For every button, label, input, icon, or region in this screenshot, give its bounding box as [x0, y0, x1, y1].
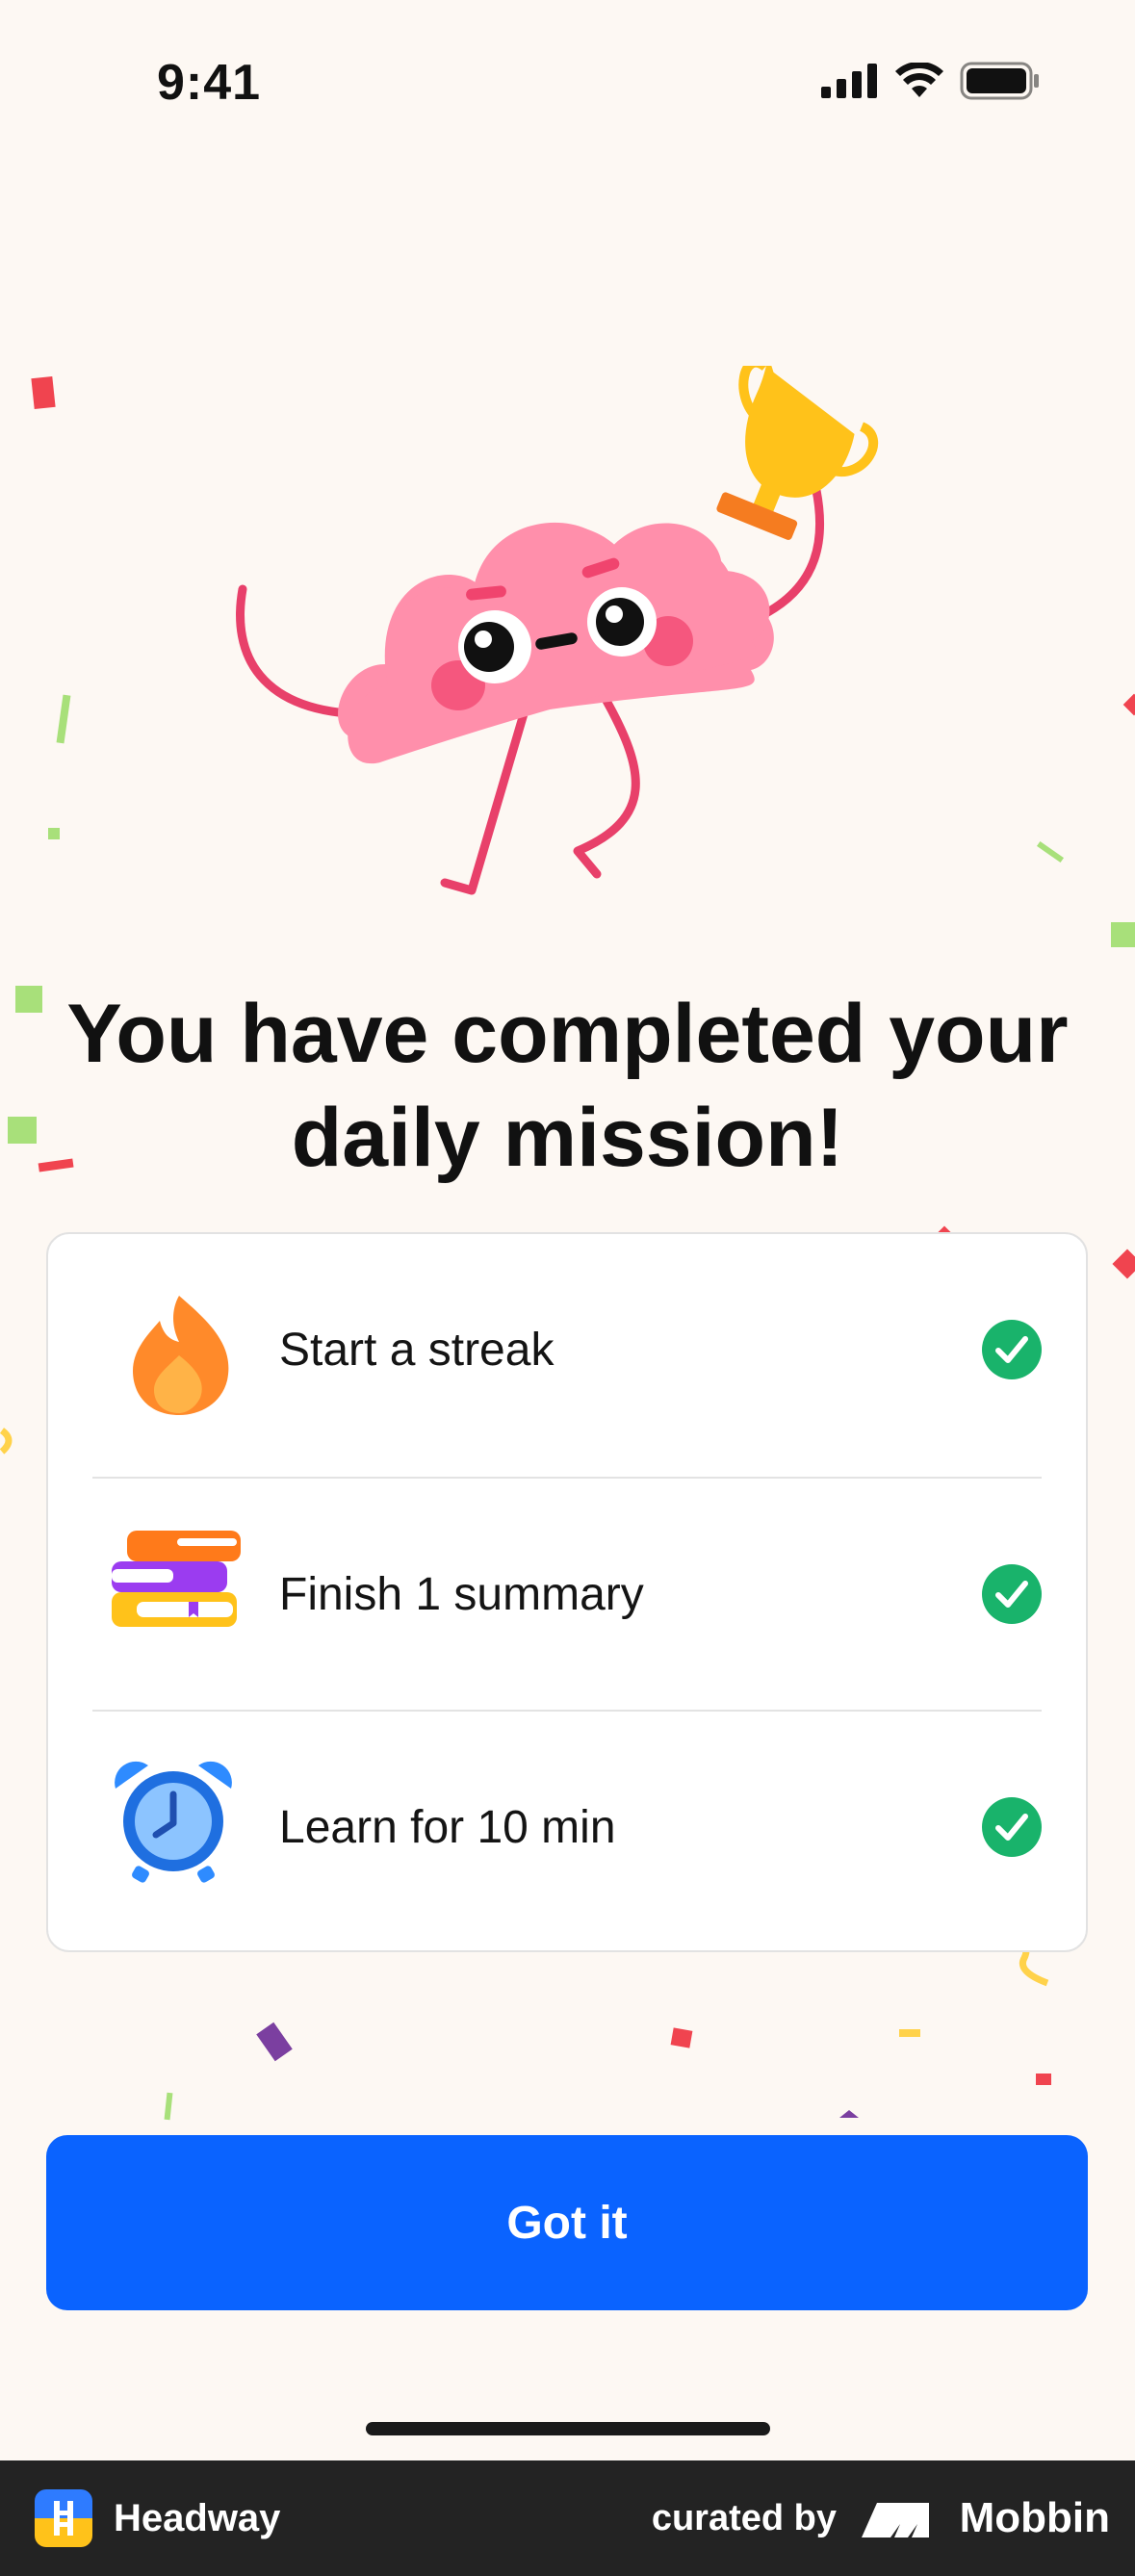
mission-item-label: Start a streak: [279, 1324, 555, 1376]
app-name: Headway: [114, 2496, 281, 2539]
mobbin-brand: Mobbin: [861, 2460, 1110, 2576]
flame-icon: [133, 1296, 229, 1415]
mission-item-label: Learn for 10 min: [279, 1801, 616, 1853]
mobbin-logo-icon: [861, 2503, 929, 2537]
check-icon: [982, 1320, 1042, 1379]
mobbin-label: Mobbin: [959, 2494, 1110, 2541]
mission-card: Start a streak Finish 1 summary Learn fo…: [46, 1232, 1088, 1952]
mission-item-streak: Start a streak: [48, 1234, 1090, 1465]
alarm-clock-icon: [115, 1761, 232, 1883]
trophy-icon: [716, 366, 879, 540]
headway-logo-icon: [35, 2489, 92, 2547]
brain-mascot-illustration: [236, 366, 879, 895]
mission-item-learn: Learn for 10 min: [48, 1712, 1090, 1943]
check-icon: [982, 1564, 1042, 1624]
page-title: You have completed your daily mission!: [66, 988, 1069, 1184]
curated-by-label: curated by: [651, 2497, 837, 2538]
got-it-button[interactable]: Got it: [46, 2135, 1088, 2310]
mission-item-label: Finish 1 summary: [279, 1568, 644, 1620]
footer-bar: Headway curated by Mobbin: [0, 2460, 1135, 2576]
home-indicator[interactable]: [366, 2422, 770, 2435]
check-icon: [982, 1797, 1042, 1857]
mission-item-summary: Finish 1 summary: [48, 1479, 1090, 1710]
books-icon: [112, 1531, 241, 1627]
